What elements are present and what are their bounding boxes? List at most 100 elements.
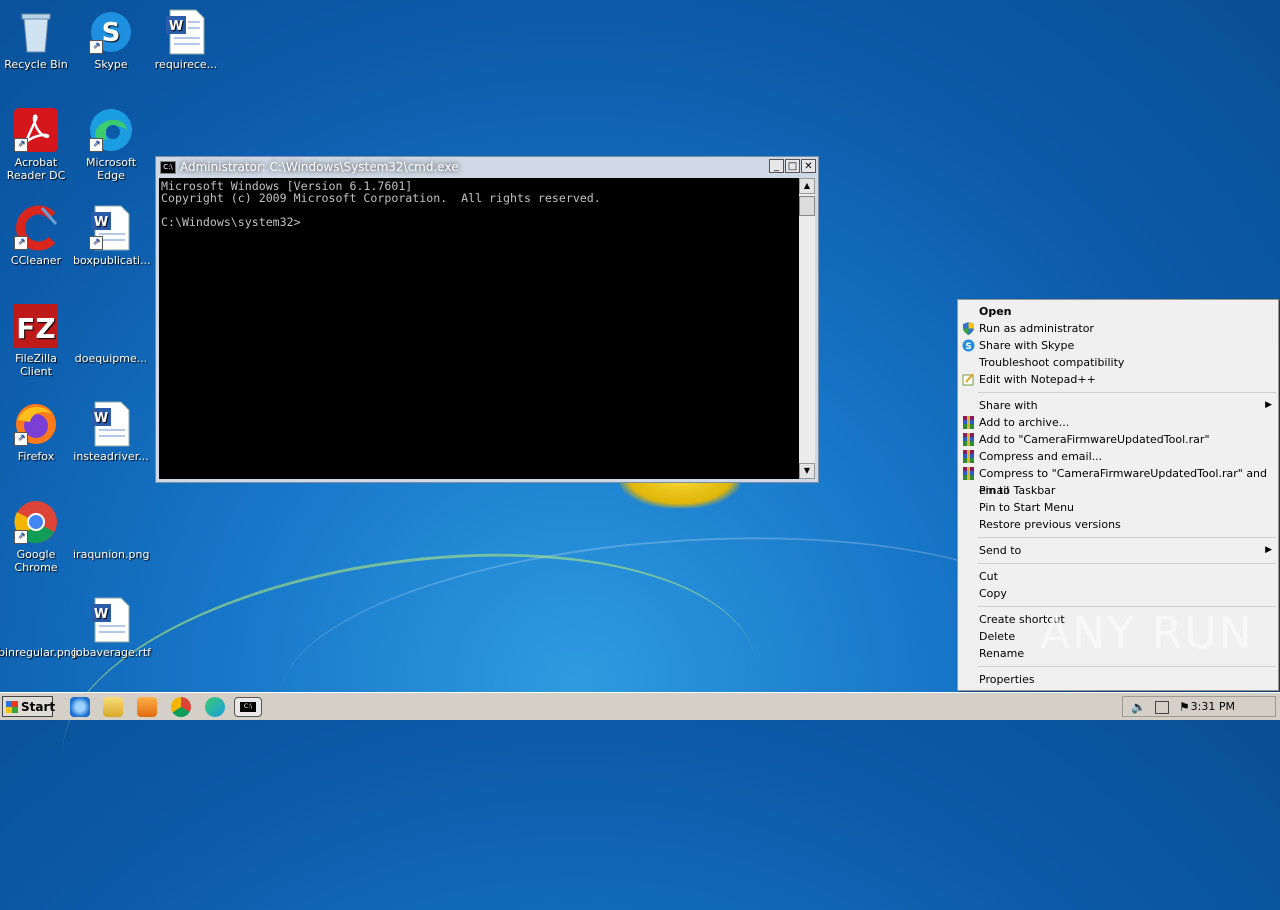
close-button[interactable]: ✕	[801, 159, 816, 173]
menu-item-pin-to-start-menu[interactable]: Pin to Start Menu	[958, 499, 1278, 516]
desktop-icon-chrome[interactable]: ↗ Google Chrome	[0, 498, 74, 574]
blank-file-icon	[12, 596, 60, 644]
cmd-titlebar[interactable]: C:\ Administrator: C:\Windows\System32\c…	[156, 157, 818, 177]
winrar-icon	[963, 433, 974, 446]
winrar-icon	[963, 450, 974, 463]
shortcut-arrow-icon: ↗	[89, 236, 103, 250]
cmd-icon: C:\	[160, 160, 176, 174]
menu-item-share-with[interactable]: Share with ▶	[958, 397, 1278, 414]
scroll-down-arrow-icon[interactable]: ▼	[799, 463, 815, 479]
desktop-icon-requirece[interactable]: W requirece...	[148, 8, 224, 71]
svg-text:S: S	[102, 18, 121, 48]
cmd-taskbar-button[interactable]: C:\	[234, 697, 262, 717]
shortcut-arrow-icon: ↗	[89, 138, 103, 152]
ccleaner-icon: ↗	[12, 204, 60, 252]
recycle-bin-icon	[12, 8, 60, 56]
speaker-icon[interactable]: 🔈	[1131, 700, 1146, 714]
svg-text:W: W	[94, 411, 108, 426]
desktop-icon-firefox[interactable]: ↗ Firefox	[0, 400, 74, 463]
blank-file-icon	[87, 302, 135, 350]
menu-item-compress-and-email[interactable]: Compress and email...	[958, 448, 1278, 465]
skype-icon: S	[962, 339, 975, 352]
desktop-icon-doequipme[interactable]: doequipme...	[73, 302, 149, 365]
menu-item-troubleshoot-compatibility[interactable]: Troubleshoot compatibility	[958, 354, 1278, 371]
menu-item-add-to-rar[interactable]: Add to "CameraFirmwareUpdatedTool.rar"	[958, 431, 1278, 448]
edge-icon: ↗	[87, 106, 135, 154]
file-explorer-icon[interactable]	[103, 697, 123, 717]
scroll-thumb[interactable]	[799, 196, 815, 216]
menu-item-pin-to-taskbar[interactable]: Pin to Taskbar	[958, 482, 1278, 499]
word-document-icon: W	[162, 8, 210, 56]
menu-item-run-as-administrator[interactable]: Run as administrator	[958, 320, 1278, 337]
desktop-icon-jobaverage[interactable]: W jobaverage.rtf	[73, 596, 151, 659]
clock[interactable]: 3:31 PM	[1191, 700, 1235, 713]
shortcut-arrow-icon: ↗	[89, 40, 103, 54]
network-icon[interactable]	[1155, 701, 1169, 714]
action-center-flag-icon[interactable]: ⚑	[1179, 700, 1190, 714]
svg-text:S: S	[965, 342, 971, 352]
winrar-icon	[963, 416, 974, 429]
svg-text:W: W	[94, 607, 108, 622]
system-tray: 🔈 ⚑ 3:31 PM	[1122, 696, 1276, 717]
minimize-button[interactable]: _	[769, 159, 784, 173]
svg-text:FZ: FZ	[16, 312, 55, 345]
desktop-icon-acrobat[interactable]: ↗ Acrobat Reader DC	[0, 106, 74, 182]
desktop-icon-ccleaner[interactable]: ↗ CCleaner	[0, 204, 74, 267]
word-document-icon: W	[87, 596, 135, 644]
menu-separator	[978, 537, 1276, 538]
menu-item-edit-with-notepadpp[interactable]: Edit with Notepad++	[958, 371, 1278, 388]
submenu-arrow-icon: ▶	[1265, 545, 1272, 555]
cmd-title: Administrator: C:\Windows\System32\cmd.e…	[180, 160, 459, 174]
svg-text:W: W	[94, 215, 108, 230]
menu-item-add-to-archive[interactable]: Add to archive...	[958, 414, 1278, 431]
shortcut-arrow-icon: ↗	[14, 236, 28, 250]
menu-separator	[978, 666, 1276, 667]
desktop-icon-iraqunion[interactable]: iraqunion.png	[73, 498, 149, 561]
menu-separator	[978, 563, 1276, 564]
edge-taskbar-icon[interactable]	[205, 697, 225, 717]
shield-icon	[963, 322, 974, 335]
shortcut-arrow-icon: ↗	[14, 138, 28, 152]
menu-separator	[978, 606, 1276, 607]
firefox-icon: ↗	[12, 400, 60, 448]
blank-file-icon	[87, 498, 135, 546]
menu-item-copy[interactable]: Copy	[958, 585, 1278, 602]
menu-item-cut[interactable]: Cut	[958, 568, 1278, 585]
desktop-icon-insteadriver[interactable]: W insteadriver...	[73, 400, 149, 463]
shortcut-arrow-icon: ↗	[14, 432, 28, 446]
shortcut-arrow-icon: ↗	[14, 530, 28, 544]
filezilla-icon: FZ	[12, 302, 60, 350]
menu-item-send-to[interactable]: Send to ▶	[958, 542, 1278, 559]
chrome-taskbar-icon[interactable]	[171, 697, 191, 717]
desktop-icon-boxpublicati[interactable]: W ↗ boxpublicati...	[73, 204, 151, 267]
cmd-scrollbar[interactable]: ▲ ▼	[799, 178, 815, 479]
submenu-arrow-icon: ▶	[1265, 400, 1272, 410]
menu-item-compress-to-rar-and-email[interactable]: Compress to "CameraFirmwareUpdatedTool.r…	[958, 465, 1278, 497]
cmd-console-output[interactable]: Microsoft Windows [Version 6.1.7601] Cop…	[159, 178, 800, 479]
winrar-icon	[963, 467, 974, 480]
chrome-icon: ↗	[12, 498, 60, 546]
scroll-up-arrow-icon[interactable]: ▲	[799, 178, 815, 194]
menu-item-restore-previous-versions[interactable]: Restore previous versions	[958, 516, 1278, 533]
taskbar: Start C:\ 🔈 ⚑ 3:31 PM	[0, 692, 1280, 720]
menu-item-share-with-skype[interactable]: S Share with Skype	[958, 337, 1278, 354]
desktop-icon-skype[interactable]: S ↗ Skype	[73, 8, 149, 71]
skype-icon: S ↗	[87, 8, 135, 56]
cmd-icon: C:\	[240, 702, 256, 712]
menu-item-properties[interactable]: Properties	[958, 671, 1278, 688]
window-controls: _ □ ✕	[769, 159, 816, 173]
desktop-icon-filezilla[interactable]: FZ FileZilla Client	[0, 302, 74, 378]
menu-item-open[interactable]: Open	[958, 303, 1278, 320]
start-button[interactable]: Start	[2, 696, 55, 717]
internet-explorer-icon[interactable]	[70, 697, 90, 717]
desktop-icon-binregular[interactable]: binregular.png	[0, 596, 78, 659]
notepadpp-icon	[962, 373, 974, 386]
cmd-window[interactable]: C:\ Administrator: C:\Windows\System32\c…	[155, 156, 819, 483]
menu-separator	[978, 392, 1276, 393]
word-document-icon: W ↗	[87, 204, 135, 252]
desktop-icon-edge[interactable]: ↗ Microsoft Edge	[73, 106, 149, 182]
desktop-icon-recycle-bin[interactable]: Recycle Bin	[0, 8, 74, 71]
media-player-icon[interactable]	[137, 697, 157, 717]
maximize-button[interactable]: □	[785, 159, 800, 173]
word-document-icon: W	[87, 400, 135, 448]
